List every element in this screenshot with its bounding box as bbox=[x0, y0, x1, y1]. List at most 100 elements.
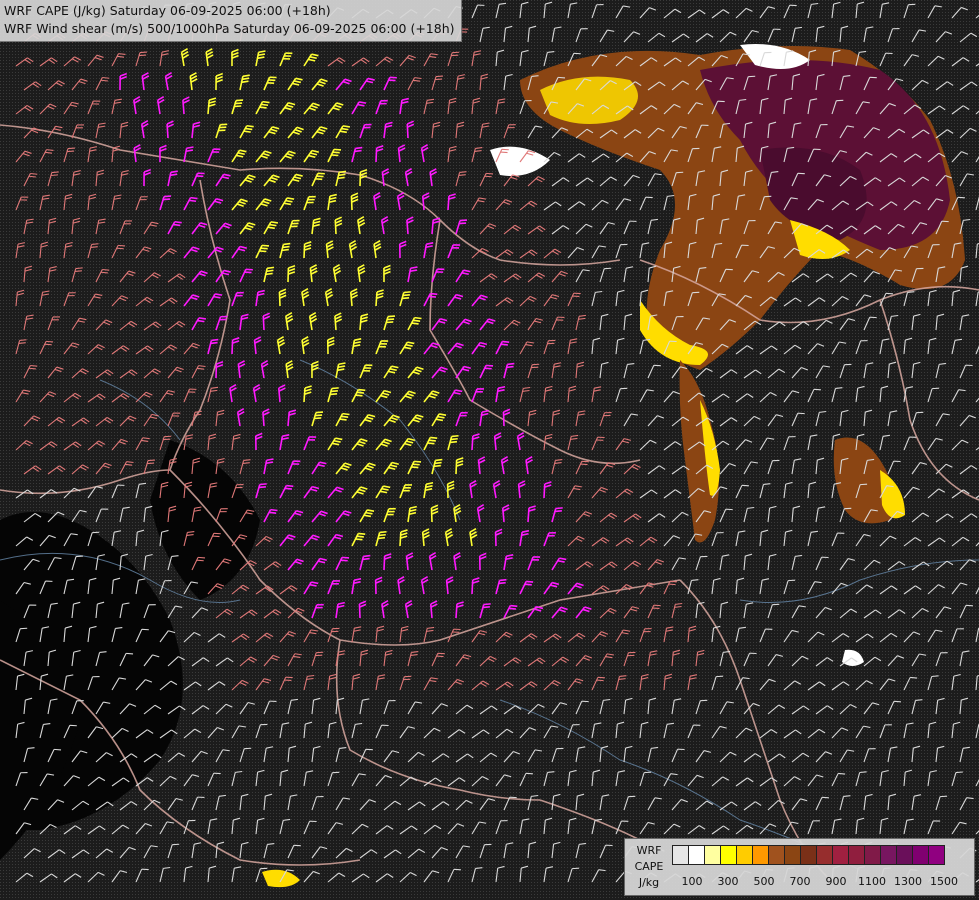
legend-cell bbox=[768, 845, 785, 865]
legend-cell bbox=[784, 845, 801, 865]
wind-barb-feather bbox=[414, 316, 422, 320]
wind-barb-feather bbox=[245, 127, 253, 131]
wind-barb-feather bbox=[118, 244, 126, 247]
wind-barb-shaft bbox=[447, 195, 450, 211]
wind-barb-feather bbox=[427, 442, 435, 445]
wind-barb-feather bbox=[413, 460, 422, 463]
wind-barb-feather bbox=[525, 772, 533, 775]
wind-barb-shaft bbox=[303, 387, 306, 403]
wind-barb-feather bbox=[170, 173, 178, 177]
map-title-box: WRF CAPE (J/kg) Saturday 06-09-2025 06:0… bbox=[0, 0, 462, 42]
wind-barb-feather bbox=[910, 676, 918, 679]
wind-barb-feather bbox=[843, 795, 851, 797]
wind-barb-feather bbox=[330, 393, 338, 396]
wind-barb-feather bbox=[259, 250, 267, 253]
wind-barb-feather bbox=[433, 464, 441, 468]
wind-barb-feather bbox=[242, 462, 250, 464]
wind-barb-feather bbox=[243, 130, 251, 133]
wind-barb-feather bbox=[524, 583, 532, 586]
wind-barb-feather bbox=[126, 652, 134, 655]
wind-barb-feather bbox=[281, 248, 289, 252]
wind-barb-feather bbox=[618, 678, 626, 680]
wind-barb-feather bbox=[486, 172, 494, 175]
wind-barb-feather bbox=[340, 559, 348, 562]
wind-barb-feather bbox=[435, 78, 443, 81]
legend-label-variable: CAPE bbox=[634, 860, 664, 873]
wind-barb-feather bbox=[284, 487, 293, 490]
legend-cell bbox=[800, 845, 817, 865]
wind-barb-feather bbox=[428, 439, 436, 442]
wind-barb-feather bbox=[44, 343, 52, 346]
wind-barb-feather bbox=[449, 440, 458, 444]
wind-barb-feather bbox=[75, 555, 84, 558]
wind-barb-feather bbox=[170, 170, 178, 174]
legend-label-model: WRF bbox=[636, 844, 662, 857]
wind-barb-feather bbox=[46, 340, 54, 343]
wind-barb-feather bbox=[262, 100, 270, 104]
wind-barb-feather bbox=[339, 170, 347, 174]
wind-barb-feather bbox=[596, 679, 604, 682]
wind-barb-feather bbox=[174, 220, 182, 224]
wind-barb-feather bbox=[282, 245, 290, 249]
wind-barb-feather bbox=[173, 223, 181, 227]
wind-barb-feather bbox=[413, 319, 421, 323]
wind-barb-feather bbox=[211, 338, 219, 342]
wind-barb-shaft bbox=[231, 339, 234, 355]
wind-barb-feather bbox=[341, 556, 350, 559]
wind-barb-feather bbox=[484, 175, 492, 178]
wind-barb-feather bbox=[286, 484, 294, 488]
wind-barb-feather bbox=[261, 244, 270, 247]
wind-barb-feather bbox=[354, 149, 362, 153]
wind-barb-feather bbox=[859, 771, 867, 774]
wind-barb-feather bbox=[75, 267, 83, 270]
wind-barb-feather bbox=[100, 271, 108, 274]
wind-barb-feather bbox=[508, 607, 517, 610]
wind-barb-feather bbox=[258, 486, 266, 489]
wind-barb-feather bbox=[197, 319, 205, 323]
wind-barb-shaft bbox=[375, 291, 378, 307]
wind-barb-feather bbox=[377, 536, 386, 540]
wind-barb-shaft bbox=[471, 435, 474, 451]
wind-barb-feather bbox=[362, 557, 370, 561]
wind-barb-feather bbox=[597, 676, 605, 679]
weather-map: WRF CAPE (J/kg) Saturday 06-09-2025 06:0… bbox=[0, 0, 979, 900]
wind-barb-feather bbox=[91, 243, 99, 246]
wind-barb-feather bbox=[453, 868, 461, 871]
wind-barb-shaft bbox=[375, 147, 378, 163]
wind-barb-feather bbox=[270, 508, 278, 512]
wind-barb-feather bbox=[99, 651, 107, 654]
wind-barb-feather bbox=[246, 124, 254, 128]
wind-barb-feather bbox=[428, 295, 437, 298]
wind-barb-feather bbox=[147, 462, 155, 465]
legend-cell bbox=[896, 845, 913, 865]
wind-barb-feather bbox=[267, 266, 275, 270]
legend-cell bbox=[688, 845, 705, 865]
wind-barb-feather bbox=[510, 604, 518, 608]
wind-barb-shaft bbox=[399, 531, 402, 547]
wind-barb-feather bbox=[451, 434, 459, 438]
wind-barb-feather bbox=[74, 270, 82, 273]
legend-cell bbox=[928, 845, 945, 865]
wind-barb-feather bbox=[235, 99, 244, 102]
wind-barb-feather bbox=[558, 76, 566, 79]
legend-tick-label: 1500 bbox=[930, 875, 958, 888]
wind-barb-feather bbox=[241, 80, 249, 84]
wind-barb-feather bbox=[411, 466, 419, 469]
legend-tick-label: 500 bbox=[753, 875, 775, 888]
wind-barb-feather bbox=[242, 77, 250, 81]
wind-barb-feather bbox=[907, 291, 915, 293]
legend-label-unit: J/kg bbox=[638, 876, 660, 889]
wind-barb-feather bbox=[885, 292, 893, 295]
wind-barb-feather bbox=[265, 272, 273, 276]
legend-cell bbox=[704, 845, 721, 865]
wind-barb-feather bbox=[619, 675, 627, 677]
legend-cell bbox=[880, 845, 897, 865]
wind-barb-feather bbox=[363, 554, 371, 558]
wind-barb-feather bbox=[18, 342, 26, 344]
legend-cell bbox=[816, 845, 833, 865]
legend-cell bbox=[912, 845, 929, 865]
legend-tick-label: 700 bbox=[789, 875, 811, 888]
wind-barb-feather bbox=[339, 130, 347, 134]
legend-tick-label: 1100 bbox=[858, 875, 886, 888]
wind-barb-feather bbox=[691, 579, 699, 581]
